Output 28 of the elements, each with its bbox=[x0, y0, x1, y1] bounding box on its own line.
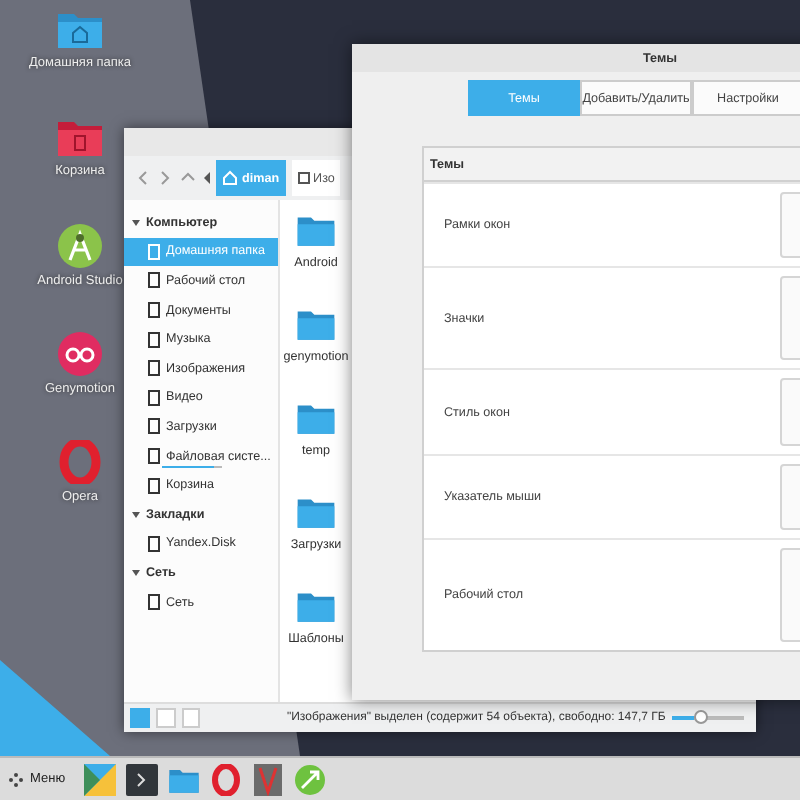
folder-icon bbox=[296, 588, 336, 624]
menu-dots-icon bbox=[8, 771, 24, 787]
expand-triangle-icon[interactable] bbox=[132, 219, 140, 226]
folder-icon bbox=[296, 494, 336, 530]
home-icon bbox=[222, 170, 238, 186]
plasma-icon[interactable] bbox=[83, 763, 116, 795]
opera-icon bbox=[58, 440, 102, 484]
tree-view-button[interactable] bbox=[155, 708, 176, 728]
left-caret-icon bbox=[202, 172, 210, 184]
folder-icon[interactable] bbox=[167, 765, 200, 793]
place-icon bbox=[148, 594, 160, 611]
expand-triangle-icon[interactable] bbox=[132, 569, 140, 576]
android-icon bbox=[58, 224, 102, 268]
expand-triangle-icon[interactable] bbox=[132, 511, 140, 518]
genymotion-icon bbox=[58, 332, 102, 376]
opera-icon[interactable] bbox=[209, 763, 242, 795]
home-folder-icon bbox=[56, 8, 104, 50]
place-icon bbox=[148, 535, 160, 552]
terminal-icon[interactable] bbox=[125, 763, 158, 795]
image-icon bbox=[297, 172, 310, 184]
slider-thumb[interactable] bbox=[693, 710, 708, 724]
trash-folder-icon bbox=[56, 116, 104, 158]
image-viewer-icon[interactable] bbox=[251, 763, 284, 795]
arrow-app-icon[interactable] bbox=[293, 763, 326, 795]
folder-icon bbox=[296, 306, 336, 342]
folder-icon bbox=[296, 212, 336, 248]
panel-button[interactable] bbox=[181, 708, 201, 728]
folder-icon bbox=[296, 400, 336, 436]
